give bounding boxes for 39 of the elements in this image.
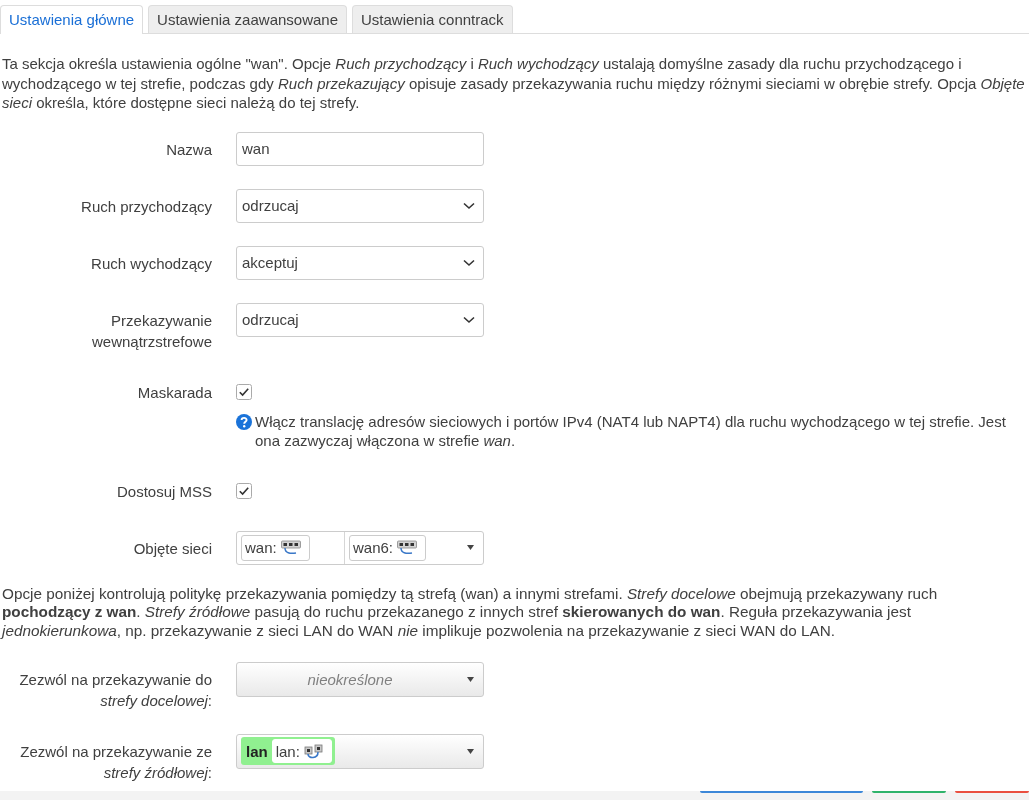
field-label: Nazwa [165,139,212,160]
field-label: Ruch wychodzący [90,253,212,274]
chevron-down-icon [463,315,475,324]
field-label: Dostosuj MSS [115,481,212,502]
field-label: Zezwól na przekazywanie do strefy docelowej: [18,669,212,711]
select-field[interactable]: odrzucaj [236,188,484,223]
select-field[interactable]: akceptuj [236,245,484,280]
field-label: Ruch przychodzący [80,196,212,217]
field-label: Objęte sieci [132,538,212,559]
chevron-down-icon [463,258,475,267]
section-description: Ta sekcja określa ustawienia ogólne "wan". Opcje Ruch przychodzący i Ruch wychodzący ustalają domyślne zasady dla ruchu przychodzącego i wychodzącego w tej strefie, podczas gdy Ruch przekazujący opisuje zasady przekazywania ruchu między różnymi sieciami w obrębie strefy. Opcja Objęte sieci określa, które dostępne sieci należą do tej strefy. [1,54,1026,113]
caret-icon [467,676,474,682]
forwarding-description: Opcje poniżej kontrolują politykę przekazywania pomiędzy tą strefą (wan) a innymi strefami. Strefy docelowe obejmują przekazywany ruch pochodzący z wan. Strefy źródłowe pasują do ruchu przekazanego z innych stref skierowanych do wan. Reguła przekazywania jest jednokierunkowa, np. przekazywanie z sieci LAN do WAN nie implikuje pozwolenia na przekazywanie z sieci WAN do LAN. [0,584,939,641]
chevron-down-icon [463,201,475,210]
zone-select[interactable]: lan lan: [236,733,484,769]
field-label: Zezwól na przekazywanie ze strefy źródłowej: [19,741,212,783]
select-field[interactable]: odrzucaj [236,302,484,337]
zone-select[interactable]: nieokreślone [236,661,484,697]
tab[interactable]: Ustawienia zaawansowane [148,5,347,33]
network-name: wan: [245,539,277,556]
field-label: Przekazywanie wewnątrzstrefowe [90,310,212,352]
network-name: lan: [275,742,300,760]
checkbox[interactable] [236,482,252,499]
bridge-ports-icon [303,743,323,759]
tab[interactable]: Ustawienia conntrack [352,5,513,33]
name-input[interactable]: wan [236,131,484,166]
tab[interactable]: Ustawienia główne [0,5,144,34]
zone-name: lan [246,742,268,760]
field-label: Maskarada [136,382,212,403]
network-select[interactable]: wan: wan6: [236,530,484,565]
help-icon [236,413,252,430]
placeholder-text: nieokreślone [306,670,394,688]
caret-icon [467,545,474,550]
checkbox[interactable] [236,383,252,400]
network-ports-icon [397,540,418,555]
help-text: Włącz translację adresów sieciowych i portów IPv4 (NAT4 lub NAPT4) dla ruchu wychodzącego w tej strefie. Jest ona zazwyczaj włączona w strefie wan. [255,411,1007,451]
network-ports-icon [280,540,301,555]
network-name: wan6: [353,539,394,556]
caret-icon [467,748,474,754]
